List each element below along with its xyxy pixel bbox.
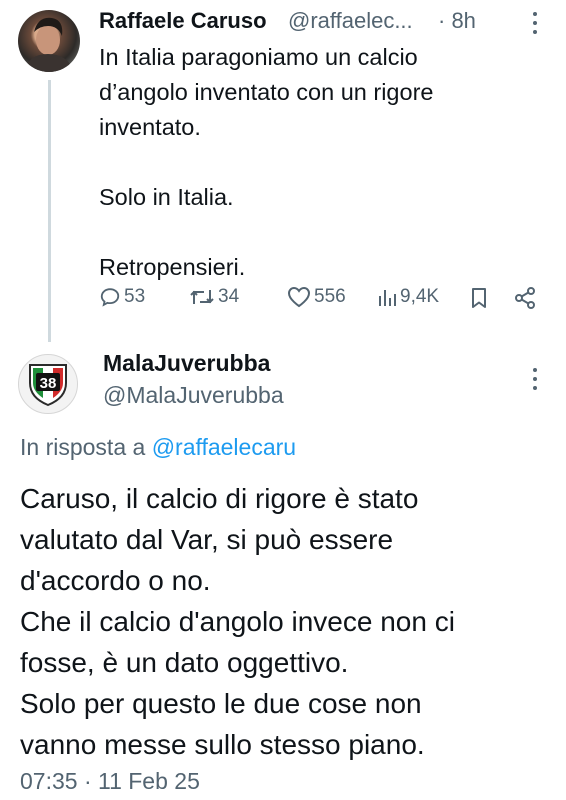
tweet-text: Caruso, il calcio di rigore è stato valu… [20,483,455,760]
views-icon [379,290,396,306]
shield-badge-icon: 38 [29,364,67,407]
bookmark-button[interactable] [469,286,489,310]
tweet-text: In Italia paragoniamo un calcio d’angolo… [99,44,434,280]
reply-count: 53 [124,286,146,307]
views-count: 9,4K [400,286,440,307]
reply-button[interactable]: 53 [99,286,145,308]
reply-context: In risposta a @raffaelecaru [20,434,296,461]
share-button[interactable] [513,286,537,310]
author-avatar[interactable] [18,10,80,72]
like-icon [287,286,311,308]
repost-button[interactable]: 34 [189,286,239,308]
like-count: 556 [314,286,346,307]
avatar-badge-number: 38 [40,375,57,392]
share-icon [515,287,535,309]
tweet-time[interactable]: · 8h [438,8,476,34]
like-button[interactable]: 556 [287,286,346,308]
thread-connector-line [48,80,51,342]
author-name[interactable]: Raffaele Caruso [99,8,267,34]
author-avatar[interactable]: 38 [18,354,78,414]
tweet-actions: 53 34 556 9,4K [99,286,549,320]
repost-icon [190,290,214,304]
more-options-icon[interactable] [527,366,543,392]
reply-handle-link[interactable]: @raffaelecaru [152,434,296,460]
more-options-icon[interactable] [527,10,543,36]
reply-icon [100,288,120,307]
avatar-photo-icon [24,17,74,72]
views-button[interactable]: 9,4K [377,286,439,308]
tweet-timestamp[interactable]: 07:35 · 11 Feb 25 [20,768,200,795]
author-handle[interactable]: @raffaelec... [288,8,413,34]
author-name[interactable]: MalaJuverubba [103,350,270,377]
bookmark-icon [472,288,486,308]
reply-prefix: In risposta a [20,434,146,460]
author-handle[interactable]: @MalaJuverubba [103,382,284,409]
repost-count: 34 [218,286,240,307]
